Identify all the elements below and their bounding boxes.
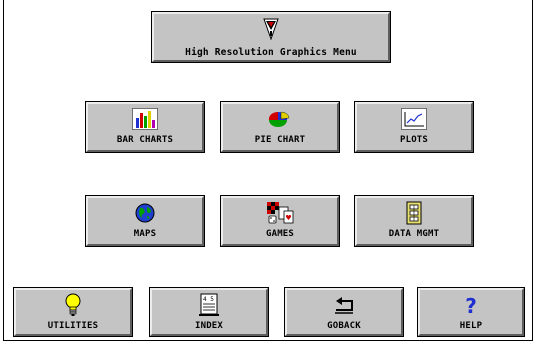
utilities-label: UTILITIES bbox=[47, 321, 99, 331]
utilities-button[interactable]: UTILITIES bbox=[13, 287, 133, 337]
return-arrow-icon bbox=[329, 293, 359, 317]
help-button[interactable]: ? HELP bbox=[417, 287, 525, 337]
svg-text:♥: ♥ bbox=[285, 214, 291, 222]
menu-window: High Resolution Graphics Menu BAR CHARTS bbox=[3, 0, 533, 341]
index-icon: 4 5 bbox=[194, 293, 224, 317]
index-label: INDEX bbox=[194, 321, 224, 331]
maps-label: MAPS bbox=[133, 229, 157, 239]
data-file-icon bbox=[399, 201, 429, 225]
help-label: HELP bbox=[459, 321, 483, 331]
goback-button[interactable]: GOBACK bbox=[284, 287, 404, 337]
pie-chart-icon bbox=[265, 107, 295, 131]
data-mgmt-label: DATA MGMT bbox=[388, 229, 440, 239]
pie-chart-button[interactable]: PIE CHART bbox=[220, 101, 340, 153]
index-button[interactable]: 4 5 INDEX bbox=[149, 287, 269, 337]
plots-label: PLOTS bbox=[399, 135, 429, 145]
svg-text:4 5: 4 5 bbox=[203, 296, 214, 303]
games-button[interactable]: ♥ GAMES bbox=[220, 195, 340, 247]
svg-text:?: ? bbox=[465, 294, 477, 316]
goback-label: GOBACK bbox=[327, 321, 361, 331]
bar-charts-label: BAR CHARTS bbox=[116, 135, 174, 145]
question-icon: ? bbox=[456, 293, 486, 317]
plots-button[interactable]: PLOTS bbox=[354, 101, 474, 153]
page-title: High Resolution Graphics Menu bbox=[185, 47, 357, 58]
games-icon: ♥ bbox=[265, 201, 295, 225]
bar-charts-button[interactable]: BAR CHARTS bbox=[85, 101, 205, 153]
maps-button[interactable]: MAPS bbox=[85, 195, 205, 247]
sas-logo-icon bbox=[256, 17, 286, 41]
data-mgmt-button[interactable]: DATA MGMT bbox=[354, 195, 474, 247]
lightbulb-icon bbox=[58, 293, 88, 317]
pie-chart-label: PIE CHART bbox=[254, 135, 306, 145]
bar-chart-icon bbox=[130, 107, 160, 131]
line-plot-icon bbox=[399, 107, 429, 131]
games-label: GAMES bbox=[265, 229, 295, 239]
graphics-menu-title-button[interactable]: High Resolution Graphics Menu bbox=[151, 11, 391, 63]
globe-icon bbox=[130, 201, 160, 225]
